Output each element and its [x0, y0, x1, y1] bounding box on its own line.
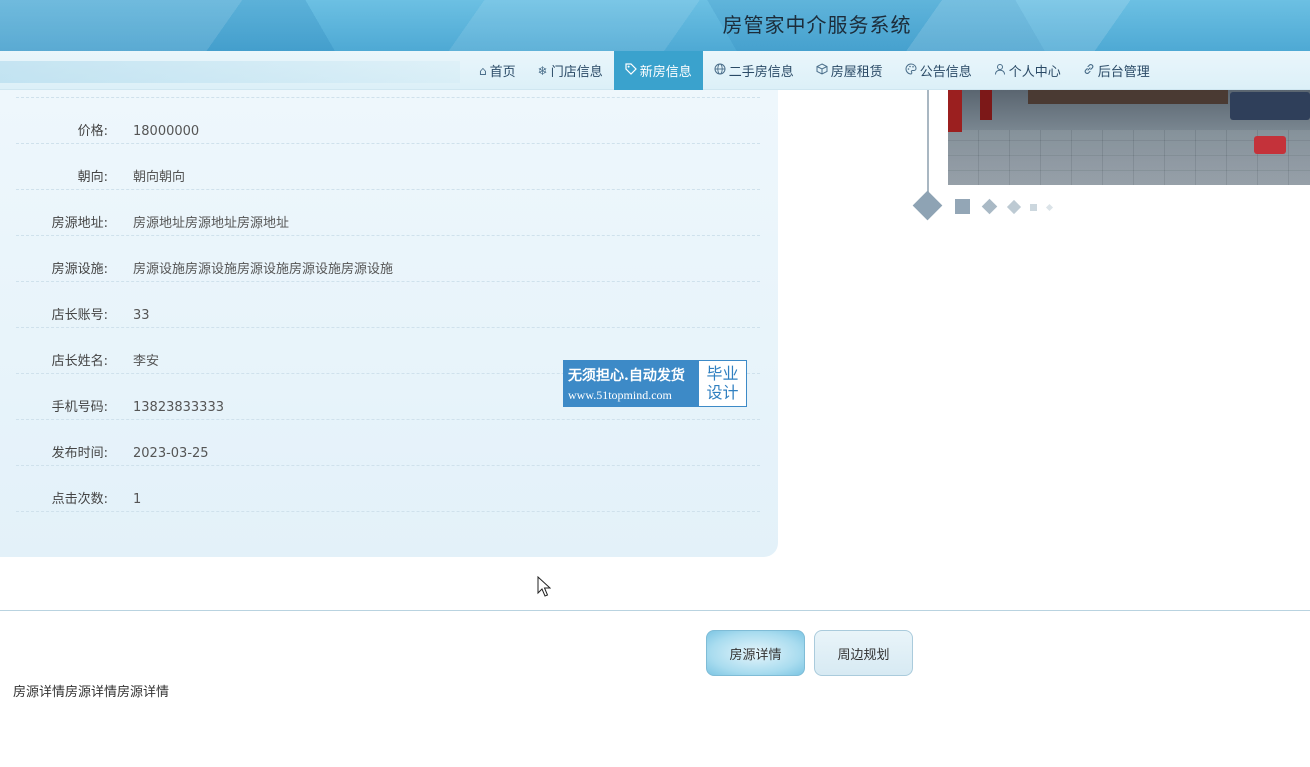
field-label: 发布时间:: [51, 446, 108, 461]
palette-icon: [905, 63, 917, 78]
photo-pillar: [948, 90, 962, 132]
nav-item-personal-center[interactable]: 个人中心: [983, 51, 1072, 90]
nav-item-store-info[interactable]: ❄ 门店信息: [527, 51, 614, 90]
nav-item-label: 个人中心: [1008, 65, 1061, 80]
nav-item-label: 新房信息: [639, 65, 692, 80]
user-icon: [994, 63, 1006, 78]
nav-item-label: 公告信息: [919, 65, 972, 80]
globe-icon: [714, 63, 726, 78]
photo-object: [1254, 136, 1286, 154]
field-value: 33: [133, 308, 150, 323]
detail-row-clicks: 点击次数: 1: [16, 466, 760, 512]
nav-item-rental[interactable]: 房屋租赁: [805, 51, 894, 90]
field-label: 价格:: [77, 124, 108, 139]
house-detail-card: 价格: 18000000 朝向: 朝向朝向 房源地址: 房源地址房源地址房源地址…: [0, 90, 778, 557]
field-label: 点击次数:: [51, 492, 108, 507]
detail-row-publish-date: 发布时间: 2023-03-25: [16, 420, 760, 466]
slider-dot[interactable]: [955, 199, 970, 214]
field-label: 朝向:: [77, 170, 108, 185]
field-value: 1: [133, 492, 142, 507]
section-divider: [0, 610, 1310, 611]
nav-item-notice[interactable]: 公告信息: [894, 51, 983, 90]
detail-row-price: 价格: 18000000: [16, 98, 760, 144]
nav-item-label: 门店信息: [550, 65, 603, 80]
field-label: 房源地址:: [51, 216, 108, 231]
nav-item-label: 后台管理: [1097, 65, 1150, 80]
detail-row-facilities: 房源设施: 房源设施房源设施房源设施房源设施房源设施: [16, 236, 760, 282]
house-photo[interactable]: [948, 90, 1310, 185]
photo-wall: [1028, 90, 1228, 104]
header-banner: 房管家中介服务系统: [0, 0, 1310, 51]
nav-item-admin[interactable]: 后台管理: [1072, 51, 1161, 90]
field-value: 房源地址房源地址房源地址: [133, 216, 290, 231]
field-value: 房源设施房源设施房源设施房源设施房源设施: [133, 262, 394, 277]
cube-icon: [816, 63, 828, 78]
watermark-stamp-top: 毕业: [706, 364, 739, 383]
tag-icon: [625, 63, 637, 78]
watermark-stamp-bottom: 设计: [706, 383, 739, 402]
slider-dot-active[interactable]: [912, 190, 943, 221]
snowflake-icon: ❄: [537, 63, 548, 78]
photo-bench: [1230, 92, 1310, 120]
nav-item-second-hand[interactable]: 二手房信息: [703, 51, 805, 90]
nav-item-label: 房屋租赁: [830, 65, 883, 80]
slider-dot[interactable]: [981, 198, 998, 215]
slider-track-line: [927, 90, 929, 194]
tab-content-text: 房源详情房源详情房源详情: [13, 685, 170, 700]
field-value: 13823833333: [133, 400, 224, 415]
nav-item-label: 二手房信息: [728, 65, 794, 80]
detail-row-orientation: 朝向: 朝向朝向: [16, 144, 760, 190]
page: 房管家中介服务系统 ⌂ 首页 ❄ 门店信息 新房信息 二手房信息 房屋租赁 公告…: [0, 0, 1310, 767]
slider-dot[interactable]: [1045, 203, 1054, 212]
watermark-line1: 无须担心.自动发货: [568, 368, 685, 384]
slider-dot[interactable]: [1030, 204, 1037, 211]
detail-row-manager-account: 店长账号: 33: [16, 282, 760, 328]
nav-item-new-house[interactable]: 新房信息: [613, 51, 703, 90]
field-value: 李安: [133, 354, 160, 369]
field-label: 店长姓名:: [51, 354, 108, 369]
main-nav: ⌂ 首页 ❄ 门店信息 新房信息 二手房信息 房屋租赁 公告信息 个人中心 后台…: [0, 51, 1310, 90]
tab-house-detail[interactable]: 房源详情: [706, 630, 805, 676]
field-value: 朝向朝向: [133, 170, 186, 185]
field-label: 房源设施:: [51, 262, 108, 277]
mouse-cursor-icon: [537, 576, 551, 597]
tab-surrounding-plan[interactable]: 周边规划: [814, 630, 913, 676]
site-title: 房管家中介服务系统: [722, 13, 912, 37]
field-label: 店长账号:: [51, 308, 108, 323]
link-icon: [1083, 63, 1095, 78]
field-label: 手机号码:: [51, 400, 108, 415]
nav-items: ⌂ 首页 ❄ 门店信息 新房信息 二手房信息 房屋租赁 公告信息 个人中心 后台…: [468, 51, 1161, 90]
detail-row-address: 房源地址: 房源地址房源地址房源地址: [16, 190, 760, 236]
home-icon: ⌂: [479, 63, 487, 78]
nav-item-label: 首页: [489, 65, 516, 80]
field-value: 18000000: [133, 124, 200, 139]
nav-item-home[interactable]: ⌂ 首页: [468, 51, 527, 90]
photo-pillar: [980, 90, 992, 120]
watermark-badge: 无须担心.自动发货 www.51topmind.com 毕业 设计: [563, 360, 747, 407]
watermark-text: 无须担心.自动发货 www.51topmind.com: [564, 361, 699, 406]
nav-decoration: [0, 61, 460, 83]
field-value: 2023-03-25: [133, 446, 209, 461]
watermark-stamp: 毕业 设计: [699, 361, 746, 406]
watermark-line2: www.51topmind.com: [568, 388, 672, 402]
slider-dot[interactable]: [1006, 199, 1022, 215]
